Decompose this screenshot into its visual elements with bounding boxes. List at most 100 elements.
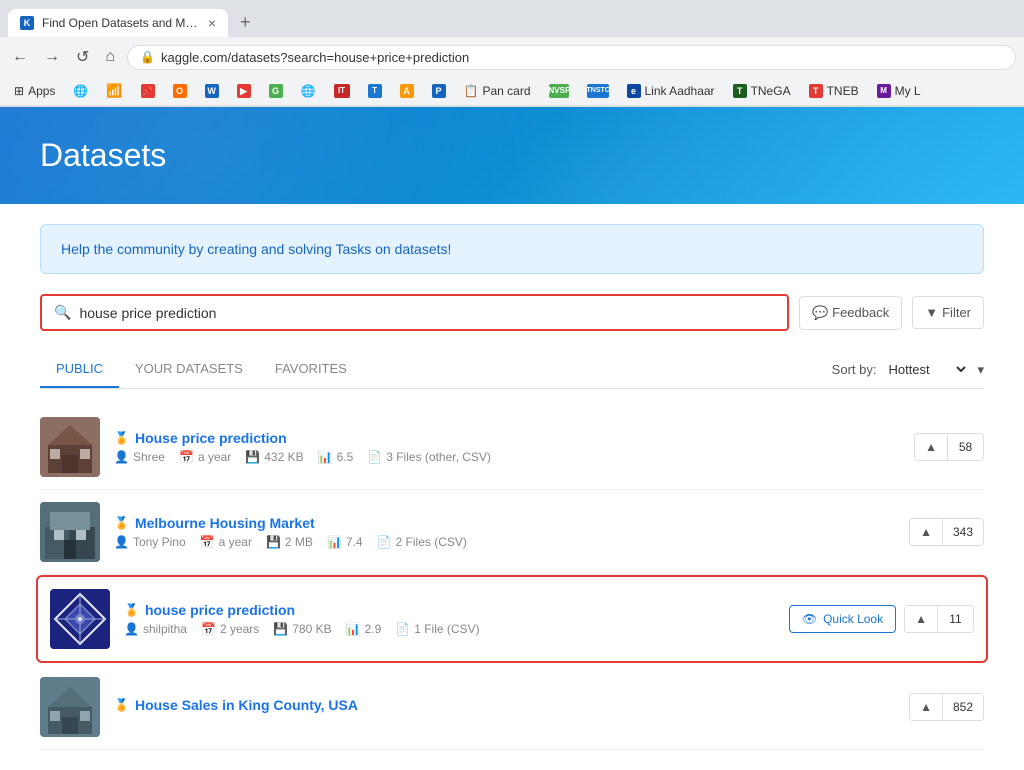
active-tab[interactable]: K Find Open Datasets and Machine... × <box>8 9 228 37</box>
author-2: 👤 Tony Pino <box>114 535 186 549</box>
age-2: 📅 a year <box>200 535 252 549</box>
new-tab-button[interactable]: + <box>232 8 259 37</box>
tneb-label: TNEB <box>827 84 859 98</box>
dataset-title-1[interactable]: House price prediction <box>135 430 287 446</box>
sort-label: Sort by: <box>832 362 877 377</box>
browser-chrome: K Find Open Datasets and Machine... × + … <box>0 0 1024 107</box>
upvote-group-4: ▲ 852 <box>909 693 984 721</box>
medal-icon-4: 🏅 <box>114 698 129 712</box>
tab-favorites[interactable]: FAVORITES <box>259 351 363 388</box>
bookmark-nvsp[interactable]: NVSP <box>543 82 575 100</box>
calendar-icon-2: 📅 <box>200 535 215 549</box>
bookmark-icon-4: 📌 <box>141 84 155 98</box>
back-button[interactable]: ← <box>8 44 32 70</box>
dataset-thumb-4 <box>40 677 100 737</box>
chart-icon-2: 📊 <box>327 535 342 549</box>
bookmark-4[interactable]: 📌 <box>135 82 161 100</box>
upvote-group-3: ▲ 11 <box>904 605 974 633</box>
dataset-info-3: 🏅 house price prediction 👤 shilpitha 📅 2… <box>124 602 775 636</box>
dataset-thumb-1 <box>40 417 100 477</box>
forward-button[interactable]: → <box>40 44 64 70</box>
bookmark-3[interactable]: 📶 <box>100 81 128 101</box>
dataset-title-2[interactable]: Melbourne Housing Market <box>135 515 315 531</box>
dataset-item-2: 🏅 Melbourne Housing Market 👤 Tony Pino 📅… <box>40 490 984 575</box>
filter-icon: ▼ <box>925 305 938 320</box>
feedback-label: Feedback <box>832 305 889 320</box>
author-3: 👤 shilpitha <box>124 622 187 636</box>
usability-2: 📊 7.4 <box>327 535 363 549</box>
bookmark-apps[interactable]: ⊞ Apps <box>8 82 61 100</box>
usability-3: 📊 2.9 <box>346 622 382 636</box>
upvote-button-3[interactable]: ▲ <box>905 606 938 632</box>
dataset-title-3[interactable]: house price prediction <box>145 602 295 618</box>
address-bar[interactable]: 🔒 kaggle.com/datasets?search=house+price… <box>127 45 1016 70</box>
medal-icon-2: 🏅 <box>114 516 129 530</box>
bookmark-9[interactable]: 🌐 <box>295 82 322 100</box>
tnega-icon: T <box>733 84 747 98</box>
bookmark-icon-8: G <box>269 84 283 98</box>
filter-button[interactable]: ▼ Filter <box>912 296 984 329</box>
dataset-actions-4: ▲ 852 <box>909 693 984 721</box>
upvote-button-1[interactable]: ▲ <box>915 434 948 460</box>
dataset-name-3: 🏅 house price prediction <box>124 602 775 618</box>
bookmark-icon-6: W <box>205 84 219 98</box>
search-input[interactable] <box>79 305 775 321</box>
tab-title: Find Open Datasets and Machine... <box>42 16 200 30</box>
usability-1: 📊 6.5 <box>318 450 354 464</box>
bookmark-tnstc[interactable]: TNSTC <box>581 82 615 100</box>
link-aadhaar-icon: e <box>627 84 641 98</box>
bookmark-7[interactable]: ▶ <box>231 82 257 100</box>
dataset-meta-3: 👤 shilpitha 📅 2 years 💾 780 KB 📊 <box>124 622 775 636</box>
quick-look-label: Quick Look <box>823 612 883 626</box>
storage-icon-1: 💾 <box>245 450 260 464</box>
dataset-thumb-3 <box>50 589 110 649</box>
tab-public[interactable]: PUBLIC <box>40 351 119 388</box>
dataset-title-4[interactable]: House Sales in King County, USA <box>135 697 358 713</box>
pancard-icon: 📋 <box>464 84 479 98</box>
tneb-icon: T <box>809 84 823 98</box>
upvote-button-2[interactable]: ▲ <box>910 519 943 545</box>
dataset-meta-1: 👤 Shree 📅 a year 💾 432 KB 📊 <box>114 450 900 464</box>
bookmark-icon-3: 📶 <box>106 83 122 99</box>
bookmark-pancard[interactable]: 📋Pan card <box>458 82 537 100</box>
nvsp-icon: NVSP <box>549 84 569 98</box>
home-button[interactable]: ⌂ <box>101 44 119 70</box>
bookmark-myl[interactable]: MMy L <box>871 82 927 100</box>
bookmark-icon-amazon: A <box>400 84 414 98</box>
tab-your-datasets[interactable]: YOUR DATASETS <box>119 351 259 388</box>
refresh-button[interactable]: ↺ <box>72 43 93 71</box>
bookmark-icon-5: O <box>173 84 187 98</box>
bookmark-10[interactable]: IT <box>328 82 356 100</box>
bookmark-tneb[interactable]: T TNEB <box>803 82 865 100</box>
feedback-button[interactable]: 💬 Feedback <box>799 296 902 330</box>
pancard-label: Pan card <box>482 84 530 98</box>
bookmark-6[interactable]: W <box>199 82 225 100</box>
upvote-button-4[interactable]: ▲ <box>910 694 943 720</box>
bookmark-tnega[interactable]: TTNeGA <box>727 82 797 100</box>
author-1: 👤 Shree <box>114 450 165 464</box>
tab-close-button[interactable]: × <box>208 15 216 31</box>
bookmark-amazon[interactable]: A <box>394 82 420 100</box>
dataset-meta-2: 👤 Tony Pino 📅 a year 💾 2 MB 📊 <box>114 535 895 549</box>
dataset-thumbnail-svg-4 <box>40 677 100 737</box>
bookmark-8[interactable]: G <box>263 82 289 100</box>
tabs-left: PUBLIC YOUR DATASETS FAVORITES <box>40 351 363 388</box>
medal-icon-1: 🏅 <box>114 431 129 445</box>
quick-look-button[interactable]: 👁 Quick Look <box>789 605 896 633</box>
bookmark-13[interactable]: P <box>426 82 452 100</box>
filter-label: Filter <box>942 305 971 320</box>
file-icon-3: 📄 <box>395 622 410 636</box>
tabs-row: PUBLIC YOUR DATASETS FAVORITES Sort by: … <box>40 351 984 389</box>
bookmark-icon-2: 🌐 <box>73 84 88 98</box>
bookmark-5[interactable]: O <box>167 82 193 100</box>
bookmark-link-aadhaar[interactable]: eLink Aadhaar <box>621 82 721 100</box>
dataset-thumbnail-svg-3 <box>50 589 110 649</box>
bookmark-2[interactable]: 🌐 <box>67 82 94 100</box>
bookmark-11[interactable]: T <box>362 82 388 100</box>
sort-select[interactable]: Hottest Most Votes Newest <box>884 361 969 378</box>
size-3: 💾 780 KB <box>273 622 331 636</box>
community-banner: Help the community by creating and solvi… <box>40 224 984 274</box>
search-row: 🔍 💬 Feedback ▼ Filter <box>40 294 984 331</box>
tnstc-icon: TNSTC <box>587 84 609 98</box>
person-icon-1: 👤 <box>114 450 129 464</box>
